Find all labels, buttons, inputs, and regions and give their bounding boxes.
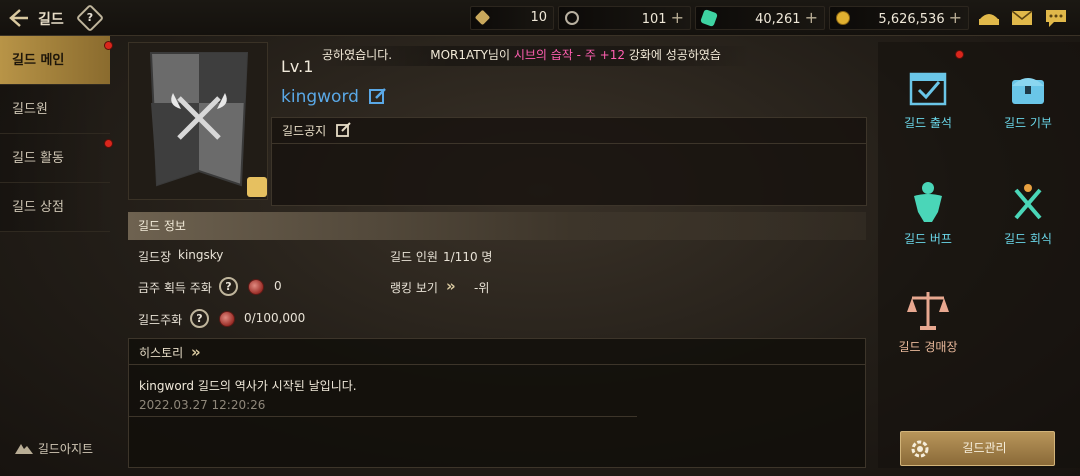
hideout-label: 길드아지트 (37, 442, 94, 456)
resource-silver-coin: 101 + (558, 6, 691, 30)
weekly-coins-label: 금주 획득 주화 (138, 281, 212, 295)
guild-feature-menu: 길드 출석 길드 기부 길드 버프 길드 회식 길드 경매장 (878, 42, 1080, 468)
mail-icon[interactable] (1010, 7, 1034, 29)
add-gem-button[interactable]: + (805, 8, 818, 27)
notification-dot (104, 41, 113, 50)
help-icon[interactable]: ? (75, 3, 105, 33)
sidebar-item-label: 길드 활동 (12, 151, 64, 166)
resource-value: 101 (641, 12, 667, 27)
resource-value: 10 (530, 10, 547, 25)
ranking-value: -위 (474, 281, 490, 295)
history-chevron-icon[interactable]: » (191, 343, 201, 361)
guild-auction-button[interactable]: 길드 경매장 (878, 288, 978, 355)
guild-coin-icon (219, 311, 235, 327)
silver-coin-icon (565, 11, 579, 25)
history-entry: kingword 길드의 역사가 시작된 날입니다. 2022.03.27 12… (129, 365, 637, 417)
ticker-item: 시브의 습작 - 주 +12 (513, 48, 625, 62)
ticker-suffix: 강화에 성공하였습 (628, 48, 721, 62)
sword-token-icon (474, 9, 491, 26)
guild-info-header: 길드 정보 (128, 212, 866, 240)
sidebar-item-shop[interactable]: 길드 상점 (0, 183, 110, 232)
ticker-prefix: 공하였습니다. (322, 48, 393, 62)
change-emblem-icon[interactable] (247, 177, 267, 197)
dinner-label: 길드 회식 (1004, 232, 1052, 246)
guild-buff-button[interactable]: 길드 버프 (878, 180, 978, 247)
guild-coin-value: 0/100,000 (244, 311, 306, 325)
guild-hideout-button[interactable]: 길드아지트 (14, 440, 93, 457)
green-gem-icon (700, 9, 718, 27)
ranking-chevron-icon[interactable]: » (446, 277, 456, 295)
chat-icon[interactable] (1044, 7, 1068, 29)
guild-coin-icon (248, 279, 264, 295)
donation-label: 길드 기부 (1004, 116, 1052, 130)
back-arrow-icon[interactable] (6, 6, 30, 30)
resource-value: 5,626,536 (878, 12, 945, 27)
resource-gold-coin: 5,626,536 + (829, 6, 969, 30)
sidebar-item-label: 길드원 (12, 102, 48, 117)
ranking-label[interactable]: 랭킹 보기 (390, 279, 438, 296)
manage-label: 길드관리 (962, 441, 1007, 455)
muscle-buff-icon (914, 182, 942, 222)
gold-coin-icon (836, 11, 850, 25)
inventory-icon[interactable] (977, 7, 1001, 29)
hideout-icon (15, 444, 33, 454)
edit-name-icon[interactable] (369, 87, 387, 105)
guild-attendance-button[interactable]: 길드 출석 (878, 68, 978, 131)
top-bar: 길드 ? 10 101 + 40,261 + 5,626,536 + (0, 0, 1080, 36)
guild-dinner-button[interactable]: 길드 회식 (978, 180, 1078, 247)
notice-label: 길드공지 (282, 124, 327, 138)
leader-value: kingsky (178, 248, 224, 262)
attendance-label: 길드 출석 (904, 116, 952, 130)
gear-icon (911, 440, 929, 458)
add-gold-button[interactable]: + (949, 8, 962, 27)
sidebar-item-guild-main[interactable]: 길드 메인 (0, 36, 113, 85)
history-header: 히스토리 » (129, 339, 865, 365)
guild-notice-panel: 길드공지 (271, 117, 867, 206)
sidebar-item-activity[interactable]: 길드 활동 (0, 134, 113, 183)
weekly-coins-help-icon[interactable]: ? (219, 277, 238, 296)
balance-scale-icon (907, 292, 949, 330)
members-label: 길드 인원 (390, 250, 438, 264)
resource-green-gem: 40,261 + (695, 6, 825, 30)
crossed-utensils-icon (1014, 184, 1042, 220)
treasure-chest-icon (1012, 78, 1044, 104)
announcement-ticker: 공하였습니다. MOR1ATY님이 시브의 습작 - 주 +12 강화에 성공하… (322, 46, 752, 66)
resource-sword-token: 10 (470, 6, 554, 30)
notice-text (272, 144, 866, 160)
auction-label: 길드 경매장 (898, 340, 958, 354)
leader-label: 길드장 (138, 250, 172, 264)
resource-value: 40,261 (755, 12, 801, 27)
notice-header: 길드공지 (272, 118, 866, 144)
ticker-player: MOR1ATY님이 (430, 48, 511, 62)
guild-emblem[interactable] (128, 42, 268, 200)
members-value: 1/110 명 (443, 250, 493, 264)
page-title: 길드 (38, 12, 64, 28)
guild-donation-button[interactable]: 길드 기부 (978, 68, 1078, 131)
buff-label: 길드 버프 (904, 232, 952, 246)
edit-notice-icon[interactable] (336, 122, 352, 138)
notification-dot (955, 50, 964, 59)
sidebar: 길드 메인 길드원 길드 활동 길드 상점 (0, 36, 113, 476)
weekly-coins-value: 0 (274, 279, 282, 293)
history-entry-time: 2022.03.27 12:20:26 (139, 398, 266, 412)
guild-manage-button[interactable]: 길드관리 (900, 431, 1055, 466)
guild-coin-label: 길드주화 (138, 313, 183, 327)
sidebar-item-label: 길드 메인 (12, 53, 65, 68)
add-silver-button[interactable]: + (671, 8, 684, 27)
sidebar-item-label: 길드 상점 (12, 200, 64, 215)
calendar-check-icon (909, 72, 947, 106)
help-icon-label: ? (86, 11, 94, 24)
notification-dot (104, 139, 113, 148)
history-panel: 히스토리 » kingword 길드의 역사가 시작된 날입니다. 2022.0… (128, 338, 866, 468)
history-label: 히스토리 (139, 346, 184, 360)
guild-level: Lv.1 (281, 57, 314, 76)
sidebar-item-members[interactable]: 길드원 (0, 85, 110, 134)
guild-coin-help-icon[interactable]: ? (190, 309, 209, 328)
history-entry-text: kingword 길드의 역사가 시작된 날입니다. (139, 379, 357, 393)
guild-name: kingword (281, 87, 359, 107)
